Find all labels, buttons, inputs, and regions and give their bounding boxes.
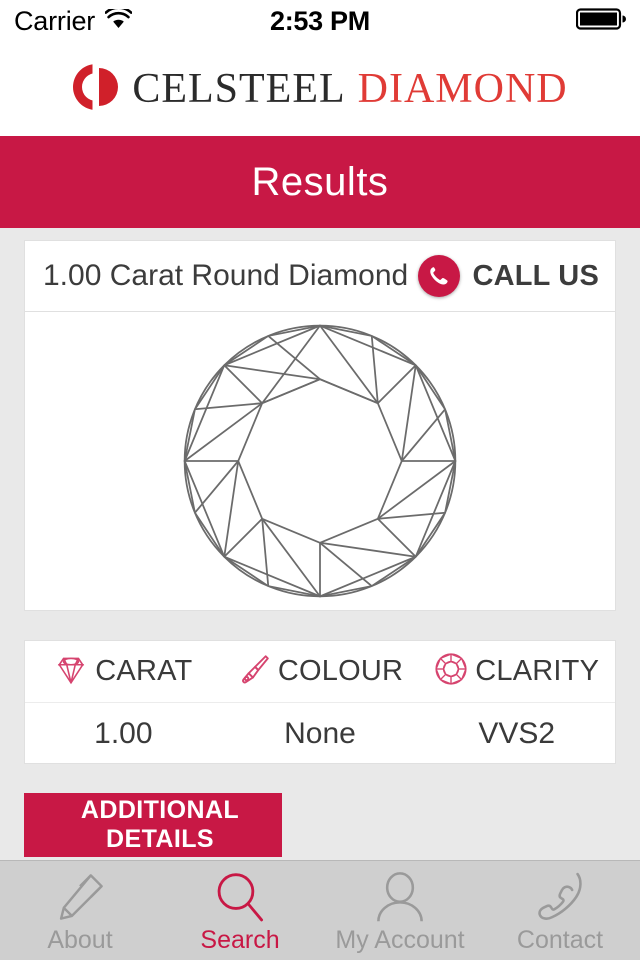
status-bar: Carrier 2:53 PM [0, 0, 640, 42]
tab-label: Search [200, 926, 280, 954]
attribute-label: COLOUR [277, 655, 404, 687]
round-brilliant-diamond-diagram [25, 312, 615, 610]
attribute-label: CLARITY [475, 655, 600, 687]
result-title-row: 1.00 Carat Round Diamond CALL US [25, 241, 615, 311]
result-title-card: 1.00 Carat Round Diamond CALL US [24, 240, 616, 312]
page-title: Results [251, 159, 389, 204]
tab-about[interactable]: About [0, 861, 160, 960]
page-title-banner: Results [0, 136, 640, 228]
attributes-header-row: CARAT COLOUR CLARITY [25, 641, 615, 703]
app-root: Carrier 2:53 PM CELSTEEL DIAMOND Results… [0, 0, 640, 960]
attribute-carat: CARAT [25, 652, 222, 691]
tab-label: About [47, 926, 113, 954]
phone-handset-icon [533, 866, 587, 924]
attributes-values-row: 1.00 None VVS2 [25, 703, 615, 764]
cd-monogram-logo [72, 61, 120, 118]
additional-details-button[interactable]: ADDITIONAL DETAILS [24, 793, 282, 857]
attribute-value-carat: 1.00 [94, 716, 153, 750]
tab-label: My Account [335, 926, 465, 954]
brand-name-primary: CELSTEEL [132, 66, 346, 112]
diamond-gem-icon [54, 652, 88, 691]
tab-search[interactable]: Search [160, 861, 320, 960]
pencil-icon [53, 866, 107, 924]
tab-bar: About Search My Account Contact [0, 860, 640, 960]
additional-details-label: ADDITIONAL DETAILS [80, 796, 240, 853]
attribute-value-colour: None [284, 716, 356, 750]
person-icon [373, 866, 427, 924]
status-bar-right [575, 7, 626, 36]
attributes-card: CARAT COLOUR CLARITY 1.00 None VVS2 [24, 640, 616, 764]
attribute-clarity: CLARITY [418, 652, 615, 691]
round-diamond-icon [434, 652, 468, 691]
attribute-label: CARAT [95, 655, 193, 687]
call-us-button[interactable]: CALL US [418, 255, 599, 297]
brand-header: CELSTEEL DIAMOND [0, 42, 640, 136]
brand-name-secondary: DIAMOND [357, 66, 568, 112]
tab-my-account[interactable]: My Account [320, 861, 480, 960]
call-us-label: CALL US [472, 259, 599, 292]
tab-label: Contact [516, 926, 604, 954]
phone-icon [418, 255, 461, 297]
tab-contact[interactable]: Contact [480, 861, 640, 960]
magnifier-icon [213, 866, 267, 924]
battery-full-icon [575, 7, 626, 36]
attribute-colour: COLOUR [222, 652, 419, 691]
diamond-image-card [24, 311, 616, 611]
attribute-value-clarity: VVS2 [478, 716, 556, 750]
paintbrush-icon [237, 652, 271, 691]
status-bar-time: 2:53 PM [270, 5, 370, 36]
diamond-title: 1.00 Carat Round Diamond [43, 259, 409, 292]
